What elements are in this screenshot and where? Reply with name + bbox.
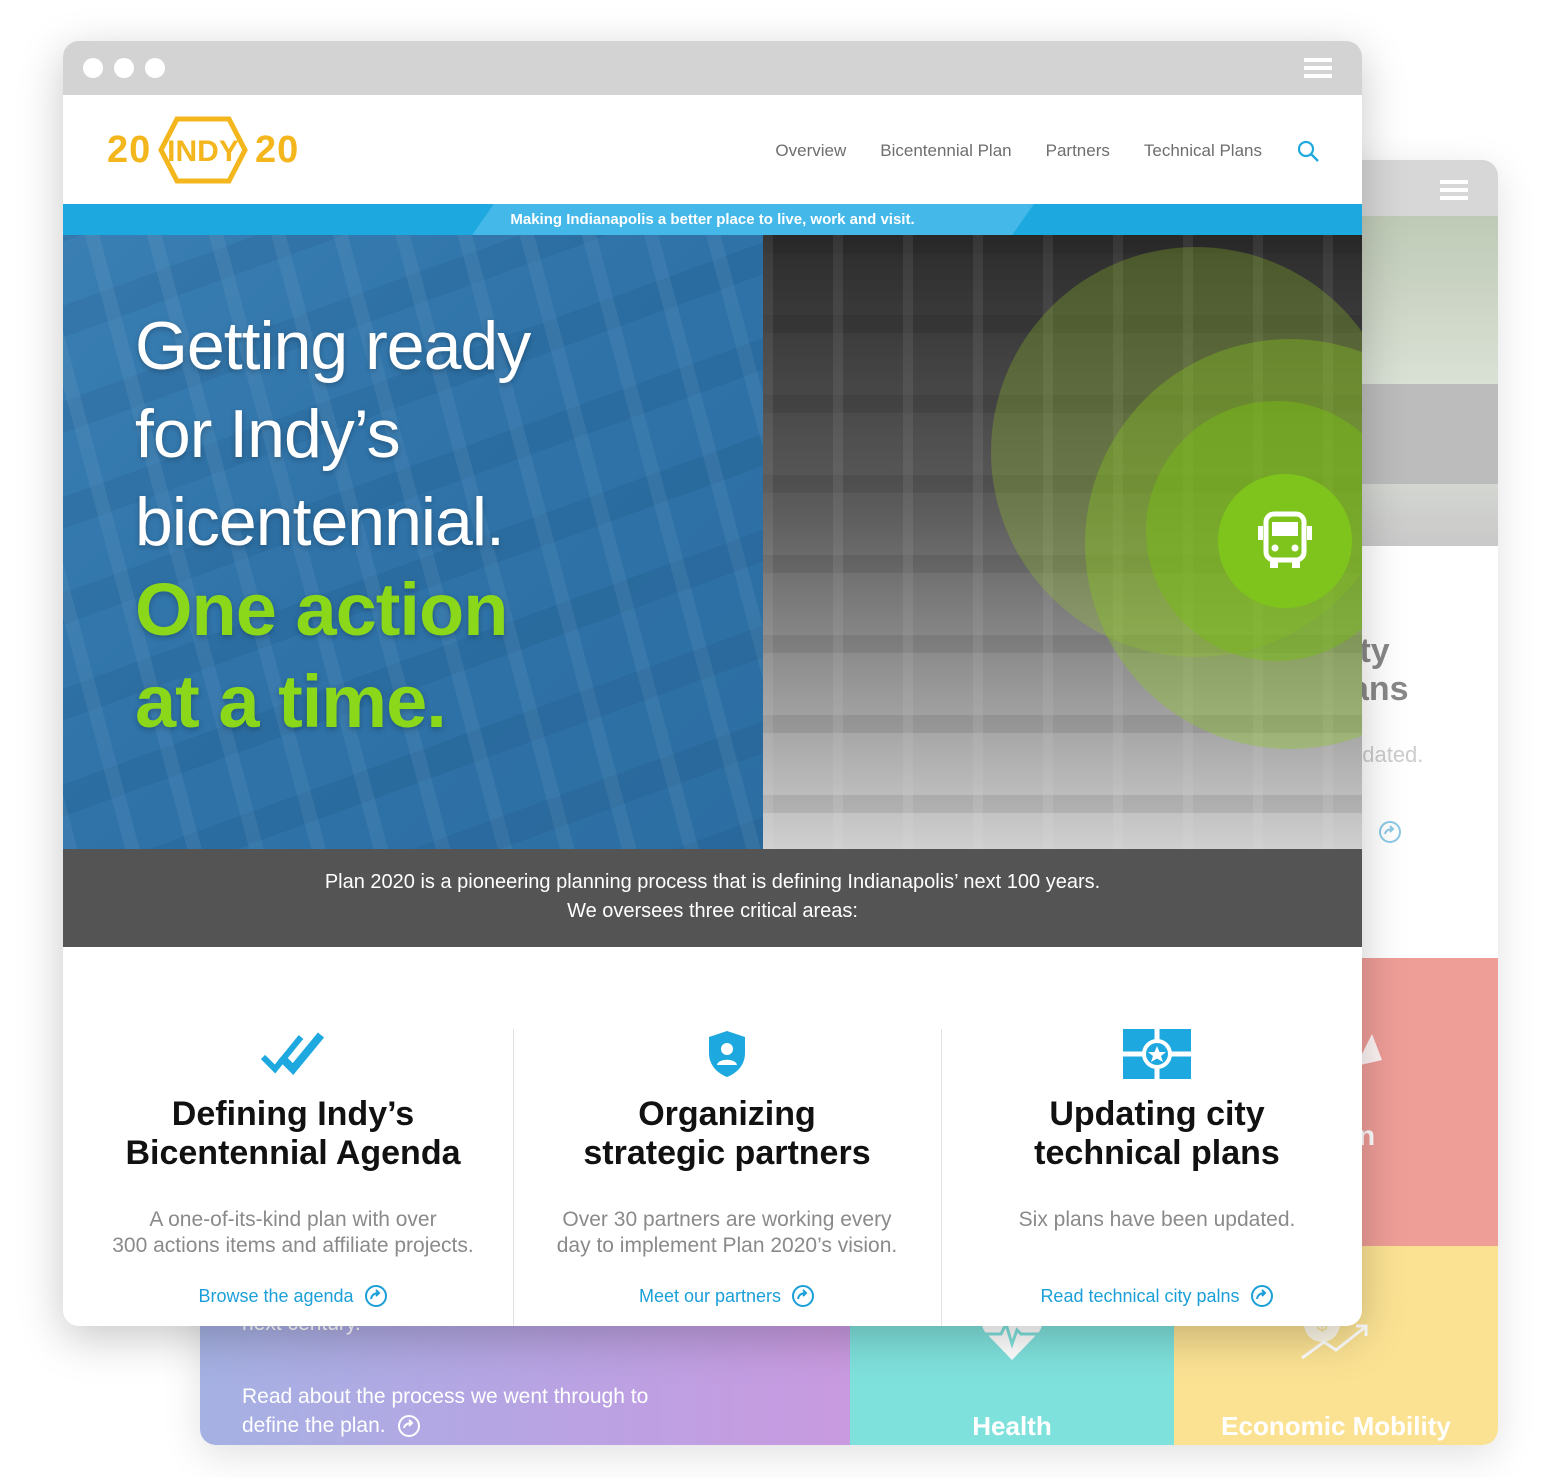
hero-accent-line1: One action [135, 568, 508, 651]
back-pink-tile[interactable] [1362, 958, 1498, 1248]
site-header: 20 INDY 20 Overview Bicentennial Plan Pa… [63, 95, 1362, 205]
double-check-icon [260, 1032, 325, 1075]
hero-heading-line3: bicentennial. [135, 484, 505, 560]
process-tile-text: Read about the process we went through t… [242, 1382, 662, 1440]
tagline-bar: Making Indianapolis a better place to li… [63, 204, 1362, 235]
card-agenda: Defining Indy’s Bicentennial Agenda A on… [75, 947, 511, 1326]
arrow-circle-icon [792, 1285, 815, 1307]
hero-heading-line1: Getting ready [135, 308, 531, 384]
card-partners-title-line1: Organizing [638, 1095, 816, 1133]
process-tile-text-line1: Read about the process we went through t… [242, 1385, 649, 1408]
back-menu-icon[interactable] [1440, 180, 1468, 200]
health-tile-label: Health [972, 1411, 1052, 1441]
main-nav: Overview Bicentennial Plan Partners Tech… [775, 139, 1320, 163]
logo-center-text: INDY [167, 135, 239, 168]
read-technical-plans-link[interactable]: Read technical city palns [942, 1284, 1362, 1308]
window-dot-close[interactable] [83, 58, 103, 78]
hero-heading-line2: for Indy’s [135, 396, 401, 472]
nav-technical-plans[interactable]: Technical Plans [1144, 141, 1262, 161]
card-technical-plans-title-line2: technical plans [1034, 1134, 1280, 1172]
hero-accent-line2: at a time. [135, 660, 447, 743]
indy-2020-logo[interactable]: 20 INDY 20 [107, 113, 299, 185]
card-technical-plans-desc: Six plans have been updated. [942, 1207, 1362, 1233]
card-partners-desc: Over 30 partners are working every day t… [514, 1207, 940, 1259]
hamburger-menu-icon[interactable] [1304, 58, 1332, 80]
card-partners: Organizing strategic partners Over 30 pa… [514, 947, 940, 1326]
intro-band: Plan 2020 is a pioneering planning proce… [63, 849, 1362, 947]
card-partners-title-line2: strategic partners [583, 1134, 871, 1172]
focus-areas: Defining Indy’s Bicentennial Agenda A on… [63, 947, 1362, 1326]
card-agenda-title-line1: Defining Indy’s [171, 1095, 415, 1133]
meet-partners-link[interactable]: Meet our partners [514, 1284, 940, 1308]
card-agenda-desc-line2: 300 actions items and affiliate projects… [112, 1234, 474, 1257]
card-partners-desc-line2: day to implement Plan 2020’s vision. [556, 1234, 898, 1257]
logo-hexagon-icon: INDY [158, 116, 248, 184]
economic-mobility-tile-label: Economic Mobility [1221, 1411, 1451, 1441]
search-icon[interactable] [1296, 139, 1320, 163]
nav-overview[interactable]: Overview [775, 141, 846, 161]
logo-right-number: 20 [255, 129, 300, 171]
nav-bicentennial-plan[interactable]: Bicentennial Plan [880, 141, 1011, 161]
browse-agenda-link[interactable]: Browse the agenda [75, 1284, 511, 1308]
card-technical-plans-desc-line1: Six plans have been updated. [1018, 1208, 1296, 1231]
browse-agenda-link-label: Browse the agenda [198, 1285, 354, 1306]
bus-button[interactable] [1218, 474, 1352, 608]
hero-banner: Getting ready for Indy’s bicentennial. O… [63, 235, 1362, 849]
card-partners-desc-line1: Over 30 partners are working every [562, 1208, 892, 1231]
process-tile-text-line2: define the plan. [242, 1414, 386, 1437]
arrow-circle-icon [1379, 821, 1402, 843]
arrow-circle-icon [364, 1285, 387, 1307]
front-browser-window: 20 INDY 20 Overview Bicentennial Plan Pa… [63, 41, 1362, 1326]
card-agenda-desc: A one-of-its-kind plan with over 300 act… [75, 1207, 511, 1259]
read-technical-plans-link-label: Read technical city palns [1040, 1285, 1240, 1306]
meet-partners-link-label: Meet our partners [638, 1285, 782, 1306]
card-technical-plans-title-line1: Updating city [1049, 1095, 1265, 1133]
shield-person-icon [709, 1031, 745, 1077]
nav-partners[interactable]: Partners [1046, 141, 1110, 161]
window-dot-maximize[interactable] [145, 58, 165, 78]
card-partners-title: Organizing strategic partners [514, 1095, 940, 1173]
intro-line1: Plan 2020 is a pioneering planning proce… [324, 871, 1101, 893]
window-dot-minimize[interactable] [114, 58, 134, 78]
card-agenda-title-line2: Bicentennial Agenda [125, 1134, 461, 1172]
card-agenda-title: Defining Indy’s Bicentennial Agenda [75, 1095, 511, 1173]
card-agenda-desc-line1: A one-of-its-kind plan with over [149, 1208, 437, 1231]
arrow-circle-icon [1250, 1285, 1273, 1307]
arrow-circle-icon[interactable] [397, 1414, 421, 1438]
browser-titlebar [63, 41, 1362, 95]
logo-left-number: 20 [107, 129, 152, 171]
card-technical-plans: Updating city technical plans Six plans … [942, 947, 1362, 1326]
card-technical-plans-title: Updating city technical plans [942, 1095, 1362, 1173]
tagline-text: Making Indianapolis a better place to li… [510, 211, 915, 228]
map-star-icon [1123, 1029, 1191, 1079]
intro-line2: We oversees three critical areas: [567, 900, 858, 922]
bus-icon [1258, 511, 1312, 568]
